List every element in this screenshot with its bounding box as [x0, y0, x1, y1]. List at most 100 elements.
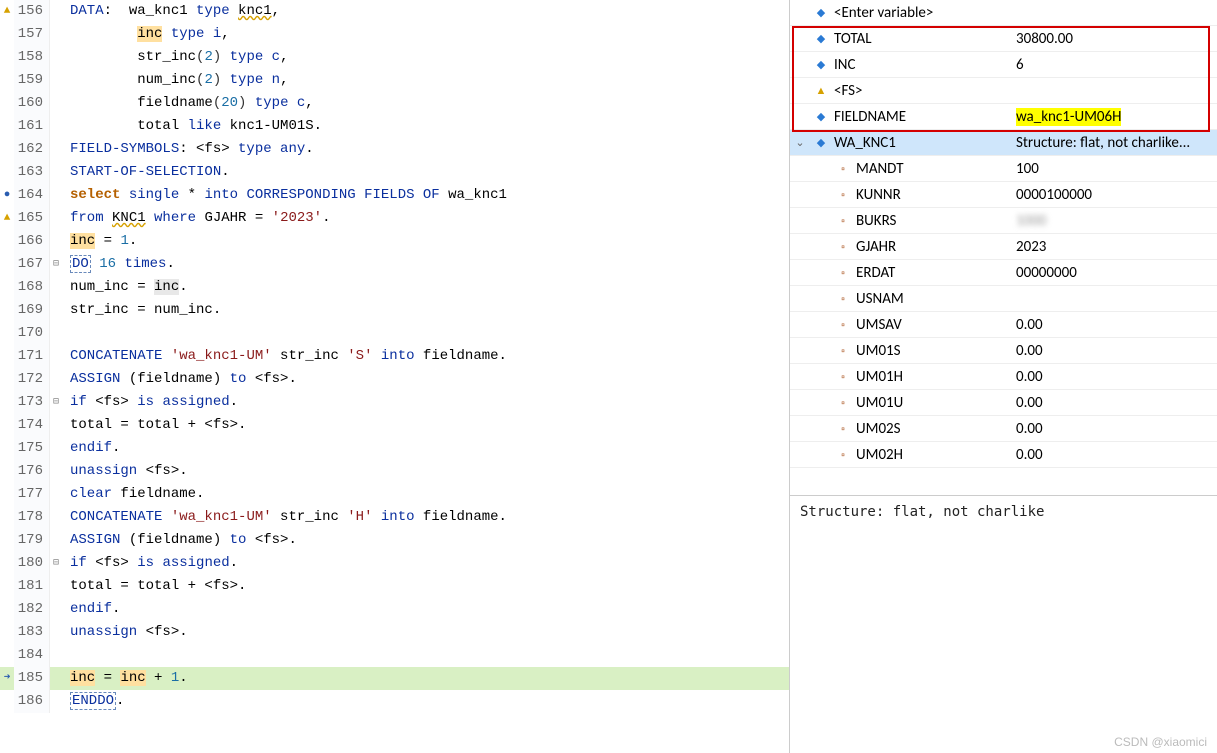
gutter[interactable]	[0, 621, 14, 644]
variable-value[interactable]: 0.00	[1010, 416, 1217, 441]
variable-row[interactable]: ◆TOTAL30800.00	[790, 26, 1217, 52]
gutter[interactable]	[0, 598, 14, 621]
code-line[interactable]: 158 str_inc(2) type c,	[0, 46, 789, 69]
expand-icon[interactable]: ⌄	[790, 130, 810, 155]
fold-icon[interactable]: ⊟	[50, 253, 62, 276]
code-line[interactable]: ▲165from KNC1 where GJAHR = '2023'.	[0, 207, 789, 230]
variables-table[interactable]: ◆<Enter variable>◆TOTAL30800.00◆INC6▲<FS…	[790, 0, 1217, 496]
code-line[interactable]: 184	[0, 644, 789, 667]
variable-name[interactable]: USNAM	[854, 286, 1010, 311]
variable-row[interactable]: ▫UM01U0.00	[790, 390, 1217, 416]
variable-value[interactable]: 0.00	[1010, 442, 1217, 467]
gutter[interactable]	[0, 460, 14, 483]
gutter[interactable]	[0, 322, 14, 345]
code-content[interactable]: ASSIGN (fieldname) to <fs>.	[62, 368, 789, 391]
code-line[interactable]: 159 num_inc(2) type n,	[0, 69, 789, 92]
variable-row[interactable]: ▫MANDT100	[790, 156, 1217, 182]
fold-icon[interactable]: ⊟	[50, 391, 62, 414]
variable-row[interactable]: ▫UM02H0.00	[790, 442, 1217, 468]
code-content[interactable]: str_inc(2) type c,	[62, 46, 789, 69]
variable-value[interactable]: 0000100000	[1010, 182, 1217, 207]
gutter[interactable]	[0, 138, 14, 161]
variable-name[interactable]: <Enter variable>	[832, 0, 1010, 25]
fold-icon[interactable]: ⊟	[50, 552, 62, 575]
variable-name[interactable]: BUKRS	[854, 208, 1010, 233]
code-content[interactable]: if <fs> is assigned.	[62, 552, 789, 575]
code-content[interactable]	[62, 322, 789, 345]
gutter[interactable]	[0, 69, 14, 92]
code-content[interactable]	[62, 644, 789, 667]
gutter[interactable]	[0, 23, 14, 46]
variable-name[interactable]: UM01U	[854, 390, 1010, 415]
gutter[interactable]	[0, 253, 14, 276]
variable-name[interactable]: INC	[832, 52, 1010, 77]
variable-row[interactable]: ▫USNAM	[790, 286, 1217, 312]
gutter[interactable]	[0, 414, 14, 437]
code-content[interactable]: total = total + <fs>.	[62, 414, 789, 437]
code-content[interactable]: endif.	[62, 437, 789, 460]
gutter[interactable]	[0, 368, 14, 391]
gutter[interactable]	[0, 437, 14, 460]
variable-value[interactable]	[1010, 286, 1217, 311]
code-content[interactable]: DATA: wa_knc1 type knc1,	[62, 0, 789, 23]
code-content[interactable]: fieldname(20) type c,	[62, 92, 789, 115]
variable-row[interactable]: ▫KUNNR0000100000	[790, 182, 1217, 208]
gutter[interactable]	[0, 483, 14, 506]
variable-name[interactable]: UM01S	[854, 338, 1010, 363]
variable-row[interactable]: ◆INC6	[790, 52, 1217, 78]
code-line[interactable]: 170	[0, 322, 789, 345]
gutter[interactable]	[0, 92, 14, 115]
variable-value[interactable]: 100	[1010, 156, 1217, 181]
gutter[interactable]	[0, 46, 14, 69]
variable-value[interactable]: 2023	[1010, 234, 1217, 259]
code-line[interactable]: 175endif.	[0, 437, 789, 460]
code-content[interactable]: ASSIGN (fieldname) to <fs>.	[62, 529, 789, 552]
variable-name[interactable]: UM01H	[854, 364, 1010, 389]
variable-row[interactable]: ▫UMSAV0.00	[790, 312, 1217, 338]
code-line[interactable]: 174total = total + <fs>.	[0, 414, 789, 437]
variable-value[interactable]: 00000000	[1010, 260, 1217, 285]
variable-row[interactable]: ▫UM01H0.00	[790, 364, 1217, 390]
code-editor[interactable]: ▲156DATA: wa_knc1 type knc1,157 inc type…	[0, 0, 790, 753]
warning-icon[interactable]: ▲	[0, 0, 14, 23]
code-content[interactable]: inc = 1.	[62, 230, 789, 253]
variable-name[interactable]: ERDAT	[854, 260, 1010, 285]
code-content[interactable]: unassign <fs>.	[62, 460, 789, 483]
variable-value[interactable]: wa_knc1-UM06H	[1010, 104, 1217, 129]
variable-name[interactable]: MANDT	[854, 156, 1010, 181]
code-content[interactable]: DO 16 times.	[62, 253, 789, 276]
code-content[interactable]: from KNC1 where GJAHR = '2023'.	[62, 207, 789, 230]
variable-name[interactable]: <FS>	[832, 78, 1010, 103]
warning-icon[interactable]: ▲	[0, 207, 14, 230]
variable-value[interactable]: 0.00	[1010, 338, 1217, 363]
variable-value[interactable]: 30800.00	[1010, 26, 1217, 51]
variable-name[interactable]: TOTAL	[832, 26, 1010, 51]
code-content[interactable]: START-OF-SELECTION.	[62, 161, 789, 184]
code-content[interactable]: num_inc = inc.	[62, 276, 789, 299]
gutter[interactable]	[0, 161, 14, 184]
code-line[interactable]: 161 total like knc1-UM01S.	[0, 115, 789, 138]
gutter[interactable]	[0, 276, 14, 299]
gutter[interactable]	[0, 345, 14, 368]
code-content[interactable]: if <fs> is assigned.	[62, 391, 789, 414]
code-line[interactable]: 167⊟DO 16 times.	[0, 253, 789, 276]
variable-row[interactable]: ⌄◆WA_KNC1Structure: flat, not charlike..…	[790, 130, 1217, 156]
code-content[interactable]: select single * into CORRESPONDING FIELD…	[62, 184, 789, 207]
variable-row[interactable]: ▲<FS>	[790, 78, 1217, 104]
variable-name[interactable]: KUNNR	[854, 182, 1010, 207]
gutter[interactable]	[0, 529, 14, 552]
variable-row[interactable]: ◆<Enter variable>	[790, 0, 1217, 26]
variable-name[interactable]: UMSAV	[854, 312, 1010, 337]
code-line[interactable]: 168num_inc = inc.	[0, 276, 789, 299]
code-line[interactable]: 172ASSIGN (fieldname) to <fs>.	[0, 368, 789, 391]
code-line[interactable]: 181total = total + <fs>.	[0, 575, 789, 598]
code-line[interactable]: 162FIELD-SYMBOLS: <fs> type any.	[0, 138, 789, 161]
code-line[interactable]: 186ENDDO.	[0, 690, 789, 713]
variable-value[interactable]: Structure: flat, not charlike...	[1010, 130, 1217, 155]
variable-name[interactable]: WA_KNC1	[832, 130, 1010, 155]
code-line[interactable]: 180⊟if <fs> is assigned.	[0, 552, 789, 575]
code-line[interactable]: 178CONCATENATE 'wa_knc1-UM' str_inc 'H' …	[0, 506, 789, 529]
variable-value[interactable]: 1000	[1010, 208, 1217, 233]
code-content[interactable]: CONCATENATE 'wa_knc1-UM' str_inc 'S' int…	[62, 345, 789, 368]
code-content[interactable]: inc type i,	[62, 23, 789, 46]
